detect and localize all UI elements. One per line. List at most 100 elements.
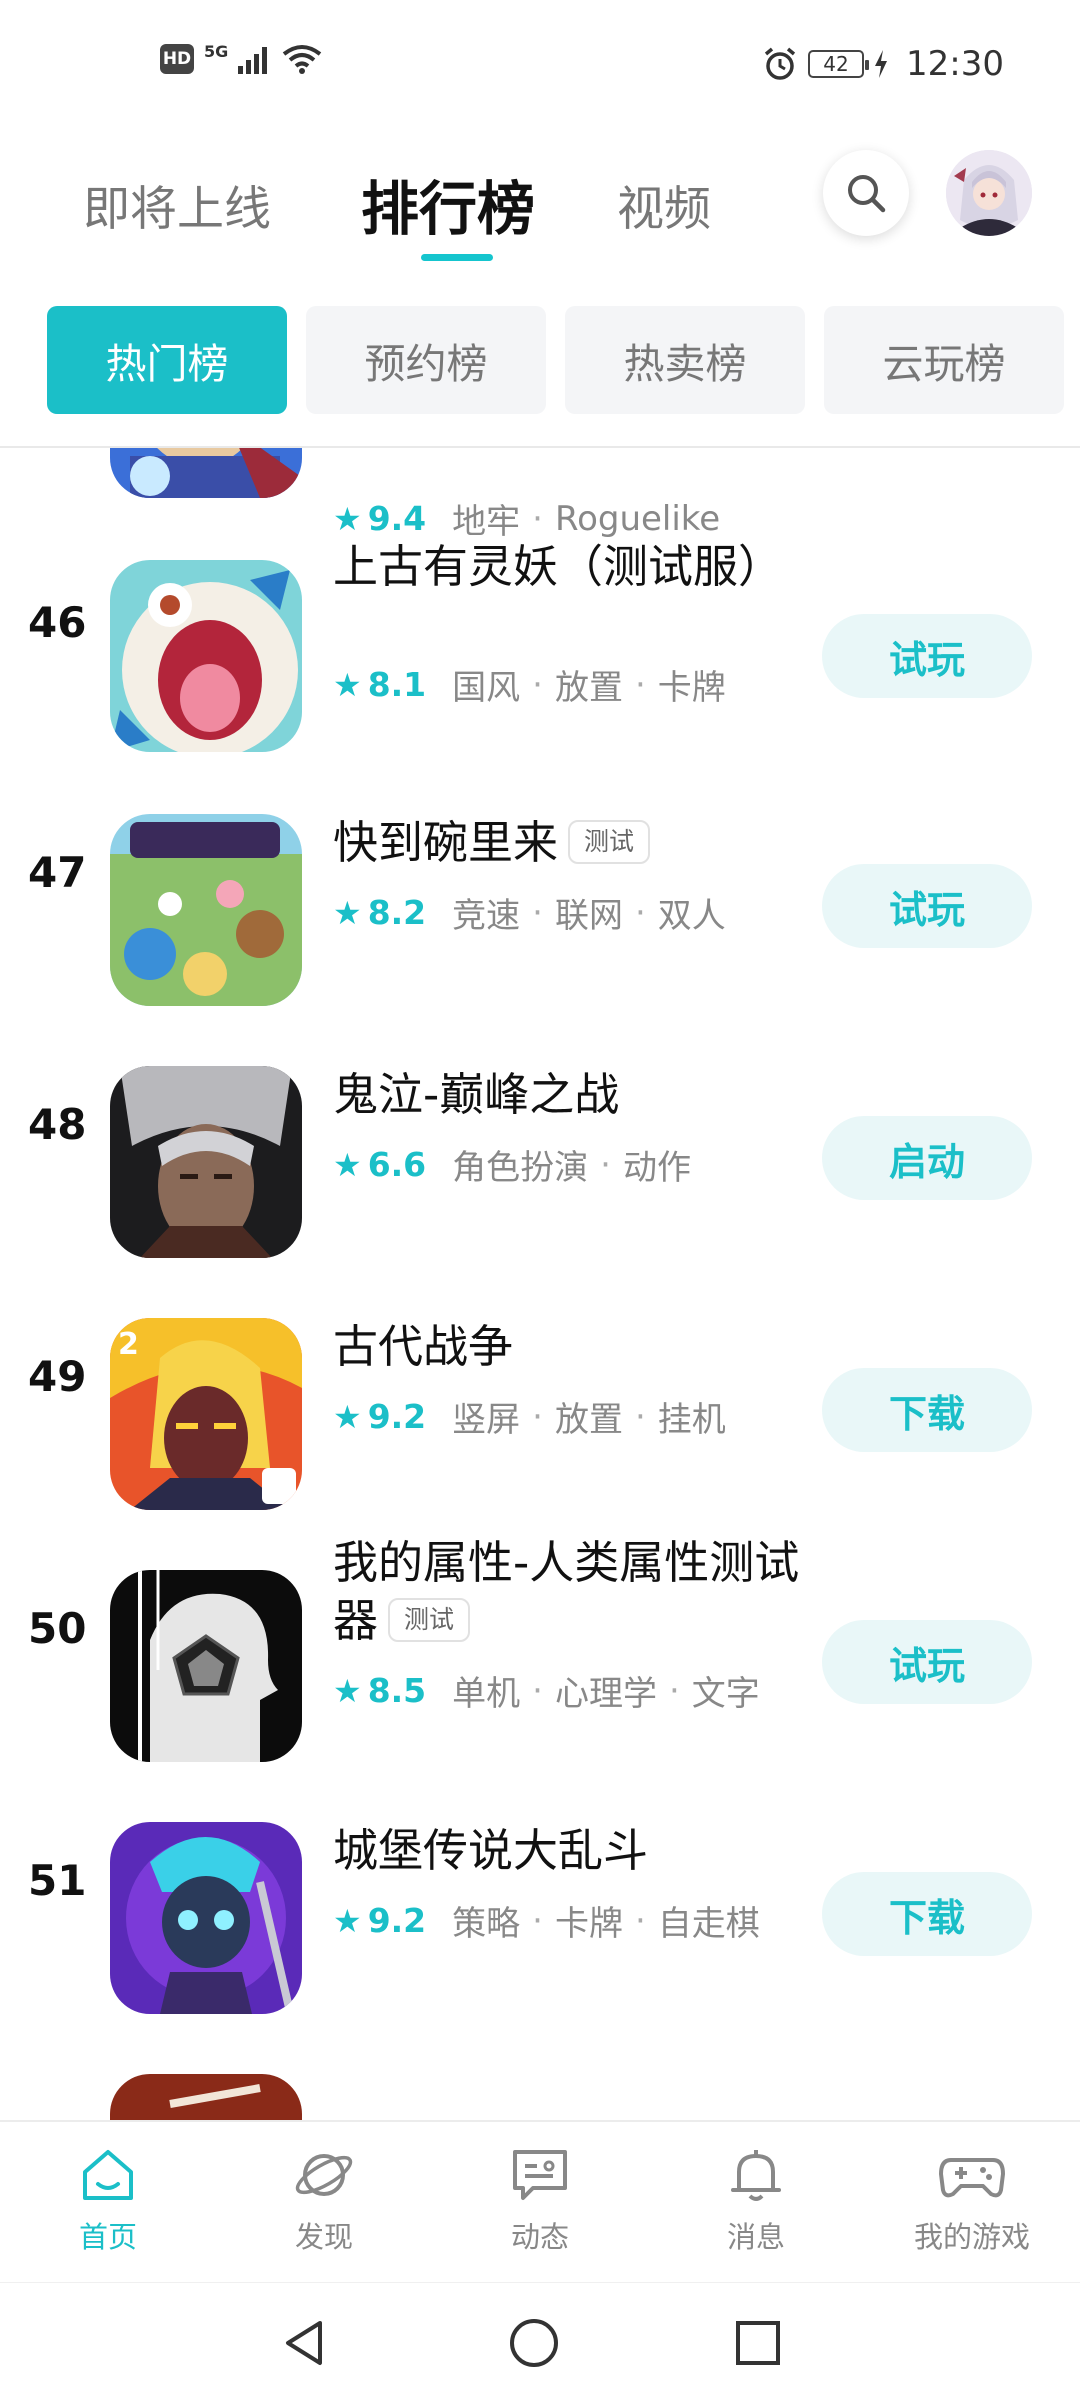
app-name[interactable]: 城堡传说大乱斗 (333, 1822, 803, 1880)
app-name[interactable]: 上古有灵妖（测试服） (333, 538, 803, 596)
app-tag: 自走棋 (657, 1904, 760, 1944)
tag-separator: · (634, 1900, 646, 1941)
app-tag: 策略 (452, 1904, 521, 1944)
nav-discover[interactable]: 发现 (244, 2144, 404, 2256)
search-button[interactable] (823, 150, 909, 236)
app-icon[interactable] (110, 1570, 302, 1762)
download-button[interactable]: 下载 (822, 1368, 1032, 1452)
app-tag: 心理学 (554, 1674, 657, 1714)
app-tag: 动作 (622, 1148, 691, 1188)
app-tag: 单机 (452, 1674, 521, 1714)
app-score: 8.2 (367, 893, 427, 932)
nav-home[interactable]: 首页 (28, 2144, 188, 2256)
app-name[interactable]: 我的属性-人类属性测试器 测试 (333, 1534, 803, 1650)
list-item-partial[interactable] (0, 2030, 1080, 2120)
test-badge: 测试 (388, 1598, 471, 1642)
chip-cloud-play[interactable]: 云玩榜 (824, 306, 1064, 414)
app-score: 8.5 (367, 1671, 427, 1710)
app-score: 8.1 (367, 665, 427, 704)
planet-icon (295, 2154, 353, 2196)
top-tab-bar: 即将上线 排行榜 视频 (0, 150, 1080, 270)
rank-number: 50 (28, 1604, 87, 1653)
test-badge: 测试 (568, 820, 651, 864)
user-avatar[interactable] (946, 150, 1032, 236)
app-name-text: 快到碗里来 (333, 816, 559, 869)
recents-icon[interactable] (730, 2315, 786, 2371)
network-type: 5G (204, 41, 229, 61)
app-icon (110, 2074, 302, 2120)
tag-separator: · (634, 1396, 646, 1437)
nav-label: 首页 (78, 2220, 137, 2254)
app-name[interactable]: 古代战争 (333, 1318, 803, 1376)
gamepad-icon (939, 2158, 1005, 2198)
chip-best-selling[interactable]: 热卖榜 (565, 306, 805, 414)
tab-rankings[interactable]: 排行榜 (361, 162, 535, 246)
wifi-icon (283, 45, 322, 74)
rank-number: 51 (28, 1856, 87, 1905)
list-item[interactable]: 50 我的属性-人类属性测试器 测试 ★ 8.5 单机 · 心理学 · 文字 试… (0, 1526, 1080, 1776)
list-item[interactable]: 48 鬼泣-巅峰之战 ★ 6.6 角色扮演 · 动作 启动 (0, 1022, 1080, 1272)
launch-button[interactable]: 启动 (822, 1116, 1032, 1200)
status-bar: HD 5G 42 12:30 (0, 0, 1080, 130)
tab-video[interactable]: 视频 (617, 170, 711, 239)
rank-number: 47 (28, 848, 87, 897)
home-circle-icon[interactable] (506, 2315, 562, 2371)
nav-my-games[interactable]: 我的游戏 (892, 2144, 1052, 2256)
charging-icon (875, 50, 888, 78)
nav-messages[interactable]: 消息 (676, 2144, 836, 2256)
alarm-icon (764, 47, 796, 80)
app-tag: 竞速 (452, 896, 521, 936)
active-tab-indicator (421, 254, 493, 261)
app-tag: 竖屏 (452, 1400, 521, 1440)
rank-number: 48 (28, 1100, 87, 1149)
back-icon[interactable] (276, 2315, 332, 2371)
nav-label: 消息 (726, 2220, 785, 2254)
app-meta: ★ 9.2 策略 · 卡牌 · 自走棋 (333, 1896, 760, 1945)
home-icon (83, 2150, 133, 2200)
app-icon[interactable] (110, 814, 302, 1006)
tag-separator: · (532, 664, 543, 705)
download-button[interactable]: 下载 (822, 1872, 1032, 1956)
tag-separator: · (532, 892, 543, 933)
status-left: HD 5G (160, 41, 322, 74)
tag-separator: · (634, 664, 646, 705)
app-tag: 挂机 (657, 1400, 726, 1440)
search-icon (848, 175, 886, 213)
app-tag: 文字 (691, 1674, 760, 1714)
star-icon: ★ (333, 1671, 362, 1710)
message-card-icon (513, 2150, 567, 2200)
app-meta: ★ 9.2 竖屏 · 放置 · 挂机 (333, 1392, 726, 1441)
list-item[interactable]: 49 2 古代战争 ★ 9.2 竖屏 · 放置 · 挂机 下载 (0, 1274, 1080, 1524)
app-tag: 卡牌 (554, 1904, 623, 1944)
bottom-navigation: 首页 发现 动态 消息 我的游戏 (0, 2120, 1080, 2282)
app-icon[interactable] (110, 1822, 302, 2014)
list-item-partial[interactable]: ★ 9.4 地牢 · Roguelike (0, 448, 1080, 542)
ranking-list[interactable]: ★ 9.4 地牢 · Roguelike 46 上古有灵妖（测试服） ★ 8.1… (0, 448, 1080, 2120)
list-item[interactable]: 47 快到碗里来 测试 ★ 8.2 竞速 · 联网 · 双人 试玩 (0, 770, 1080, 1020)
app-meta: ★ 8.1 国风 · 放置 · 卡牌 (333, 660, 726, 709)
list-item[interactable]: 46 上古有灵妖（测试服） ★ 8.1 国风 · 放置 · 卡牌 试玩 (0, 520, 1080, 770)
app-icon[interactable] (110, 560, 302, 752)
app-score: 9.2 (367, 1397, 427, 1436)
star-icon: ★ (333, 1397, 362, 1436)
app-meta: ★ 8.2 竞速 · 联网 · 双人 (333, 888, 726, 937)
star-icon: ★ (333, 665, 362, 704)
chip-reservation[interactable]: 预约榜 (306, 306, 546, 414)
nav-feed[interactable]: 动态 (460, 2144, 620, 2256)
app-score: 6.6 (367, 1145, 427, 1184)
star-icon: ★ (333, 1145, 362, 1184)
trial-button[interactable]: 试玩 (822, 614, 1032, 698)
app-name[interactable]: 鬼泣-巅峰之战 (333, 1066, 803, 1124)
star-icon: ★ (333, 893, 362, 932)
hd-badge: HD (160, 44, 194, 74)
nav-label: 我的游戏 (913, 2220, 1030, 2254)
tag-separator: · (532, 1900, 543, 1941)
app-name[interactable]: 快到碗里来 测试 (333, 814, 803, 872)
trial-button[interactable]: 试玩 (822, 1620, 1032, 1704)
trial-button[interactable]: 试玩 (822, 864, 1032, 948)
list-item[interactable]: 51 城堡传说大乱斗 ★ 9.2 策略 · 卡牌 · 自走棋 下载 (0, 1778, 1080, 2028)
app-icon[interactable]: 2 (110, 1318, 302, 1510)
app-icon[interactable] (110, 1066, 302, 1258)
tab-upcoming[interactable]: 即将上线 (83, 170, 271, 239)
chip-hot[interactable]: 热门榜 (47, 306, 287, 414)
